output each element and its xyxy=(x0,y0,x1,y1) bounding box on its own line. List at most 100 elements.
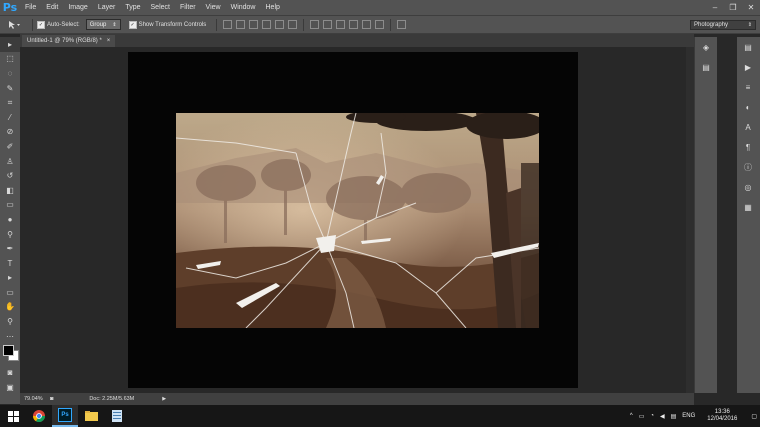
crop-tool-icon[interactable]: ⌗ xyxy=(0,95,20,110)
status-menu-arrow-icon[interactable]: ▶ xyxy=(162,396,166,402)
marquee-tool-icon[interactable]: ⬚ xyxy=(0,52,20,67)
distribute-left-icon[interactable] xyxy=(349,20,359,29)
close-tab-icon[interactable]: × xyxy=(107,38,111,44)
history-brush-tool-icon[interactable]: ↺ xyxy=(0,168,20,183)
eyedropper-tool-icon[interactable]: ⁄ xyxy=(0,110,20,125)
menu-type[interactable]: Type xyxy=(120,0,145,15)
align-vcenter-icon[interactable] xyxy=(236,20,246,29)
character-panel-icon[interactable]: A xyxy=(737,117,759,137)
menu-file[interactable]: File xyxy=(20,0,41,15)
menu-select[interactable]: Select xyxy=(146,0,175,15)
menu-help[interactable]: Help xyxy=(261,0,285,15)
tools-panel: ▸ ⬚ ◌ ✎ ⌗ ⁄ ⊘ ✐ ♙ ↺ ◧ ▭ ● ⚲ ✒ T ▸ ▭ ✋ ⚲ … xyxy=(0,37,20,404)
align-left-icon[interactable] xyxy=(262,20,272,29)
brush-presets-icon[interactable]: ≡ xyxy=(737,77,759,97)
edit-toolbar-icon[interactable]: ⋯ xyxy=(0,329,20,344)
status-bar: 79.04% ◙ Doc: 2.25M/5.63M ▶ xyxy=(20,393,694,405)
menu-layer[interactable]: Layer xyxy=(93,0,121,15)
menu-edit[interactable]: Edit xyxy=(41,0,63,15)
panel-dock-secondary: ▤ ▶ ≡ ◐ A ¶ ⓘ ◎ ▦ xyxy=(737,37,760,393)
pen-tool-icon[interactable]: ✒ xyxy=(0,241,20,256)
align-right-icon[interactable] xyxy=(288,20,298,29)
document-tab-strip: Untitled-1 @ 79% (RGB/8) * × xyxy=(20,34,694,47)
quick-mask-icon[interactable]: ◙ xyxy=(0,365,20,380)
photoshop-logo: Ps xyxy=(2,1,18,14)
chrome-taskbar-icon[interactable] xyxy=(26,405,52,427)
photoshop-taskbar-icon[interactable]: Ps xyxy=(52,405,78,427)
menu-window[interactable]: Window xyxy=(226,0,261,15)
hand-tool-icon[interactable]: ✋ xyxy=(0,300,20,315)
file-explorer-taskbar-icon[interactable] xyxy=(78,405,104,427)
channels-panel-icon[interactable]: ▤ xyxy=(695,57,717,77)
separator xyxy=(390,18,392,31)
show-hidden-icons-icon[interactable]: ^ xyxy=(630,413,633,419)
eraser-tool-icon[interactable]: ◧ xyxy=(0,183,20,198)
show-transform-checkbox[interactable]: ✓ xyxy=(128,20,137,29)
minimize-button[interactable]: – xyxy=(706,0,724,15)
vertical-scrollbar[interactable] xyxy=(686,47,694,393)
restore-button[interactable]: ❐ xyxy=(724,0,742,15)
brush-tool-icon[interactable]: ✐ xyxy=(0,139,20,154)
healing-brush-tool-icon[interactable]: ⊘ xyxy=(0,125,20,140)
cracked-forest-image[interactable] xyxy=(176,113,539,328)
layers-panel-icon[interactable]: ◈ xyxy=(695,37,717,57)
distribute-vcenter-icon[interactable] xyxy=(323,20,333,29)
actions-panel-icon[interactable]: ▶ xyxy=(737,57,759,77)
align-top-icon[interactable] xyxy=(223,20,233,29)
properties-panel-icon[interactable]: ◎ xyxy=(737,177,759,197)
zoom-level[interactable]: 79.04% xyxy=(20,396,48,402)
start-button-icon[interactable] xyxy=(0,405,26,427)
blur-tool-icon[interactable]: ● xyxy=(0,212,20,227)
align-bottom-icon[interactable] xyxy=(249,20,259,29)
window-controls: – ❐ ✕ xyxy=(706,0,760,15)
message-icon[interactable]: ▤ xyxy=(671,413,677,420)
auto-select-checkbox[interactable]: ✓ xyxy=(37,20,45,29)
color-swatches[interactable] xyxy=(0,343,20,365)
auto-select-dropdown[interactable]: Group ⇕ xyxy=(85,19,121,30)
battery-icon[interactable]: ▭ xyxy=(639,413,645,420)
language-indicator[interactable]: ENG xyxy=(682,413,695,419)
menu-view[interactable]: View xyxy=(201,0,226,15)
distribute-bottom-icon[interactable] xyxy=(336,20,346,29)
panel-dock-primary: ◈ ▤ xyxy=(694,37,717,393)
clone-stamp-tool-icon[interactable]: ♙ xyxy=(0,154,20,169)
separator xyxy=(32,18,33,31)
close-button[interactable]: ✕ xyxy=(742,0,760,15)
align-hcenter-icon[interactable] xyxy=(275,20,285,29)
action-center-icon[interactable]: ▢ xyxy=(751,413,757,420)
notepad-taskbar-icon[interactable] xyxy=(104,405,130,427)
path-selection-tool-icon[interactable]: ▸ xyxy=(0,271,20,286)
dodge-tool-icon[interactable]: ⚲ xyxy=(0,227,20,242)
paragraph-panel-icon[interactable]: ¶ xyxy=(737,137,759,157)
gradient-tool-icon[interactable]: ▭ xyxy=(0,198,20,213)
volume-icon[interactable]: ◀ xyxy=(660,413,665,420)
auto-align-layers-icon[interactable] xyxy=(397,20,407,29)
move-tool-preset-icon[interactable] xyxy=(0,15,28,34)
distribute-hcenter-icon[interactable] xyxy=(362,20,372,29)
workspace-dropdown[interactable]: Photography ⇕ xyxy=(690,20,756,30)
distribute-top-icon[interactable] xyxy=(310,20,320,29)
export-icon[interactable]: ◙ xyxy=(50,396,53,402)
zoom-tool-icon[interactable]: ⚲ xyxy=(0,314,20,329)
options-bar: ✓ Auto-Select: Group ⇕ ✓ Show Transform … xyxy=(0,15,760,34)
shape-tool-icon[interactable]: ▭ xyxy=(0,285,20,300)
document-tab[interactable]: Untitled-1 @ 79% (RGB/8) * × xyxy=(22,35,116,47)
network-icon[interactable]: ◔ xyxy=(650,413,654,419)
info-panel-icon[interactable]: ⓘ xyxy=(737,157,759,177)
history-panel-icon[interactable]: ▤ xyxy=(737,37,759,57)
adjustments-icon[interactable]: ◐ xyxy=(737,97,759,117)
screen-mode-icon[interactable]: ▣ xyxy=(0,380,20,395)
distribute-right-icon[interactable] xyxy=(375,20,385,29)
type-tool-icon[interactable]: T xyxy=(0,256,20,271)
lasso-tool-icon[interactable]: ◌ xyxy=(0,66,20,81)
move-tool-icon[interactable]: ▸ xyxy=(0,37,20,52)
menu-bar: Ps File Edit Image Layer Type Select Fil… xyxy=(0,0,760,15)
quick-select-tool-icon[interactable]: ✎ xyxy=(0,81,20,96)
stepper-icon: ⇕ xyxy=(747,22,752,28)
menu-image[interactable]: Image xyxy=(63,0,92,15)
foreground-color-swatch[interactable] xyxy=(3,345,14,357)
clock[interactable]: 13:36 12/04/2016 xyxy=(704,409,740,423)
menu-filter[interactable]: Filter xyxy=(175,0,201,15)
document-info: Doc: 2.25M/5.63M xyxy=(89,396,135,402)
styles-panel-icon[interactable]: ▦ xyxy=(737,197,759,217)
